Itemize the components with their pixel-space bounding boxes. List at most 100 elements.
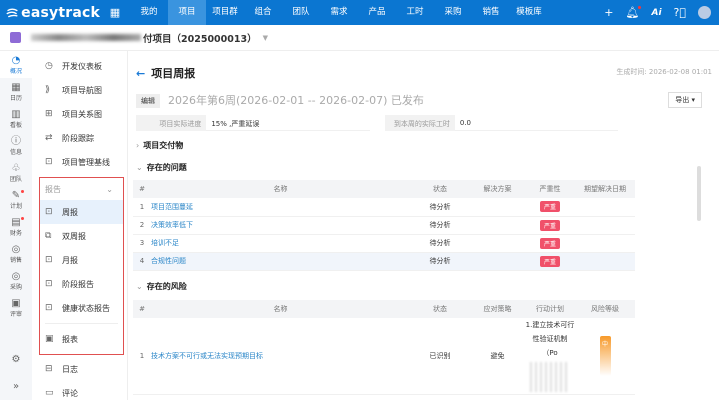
nav-item-10[interactable]: 模板库 (510, 0, 548, 25)
rail-item-2[interactable]: ▥ 看板 (0, 105, 32, 132)
risk-link[interactable]: 技术方案不可行或无法实现预期目标 (151, 318, 410, 395)
add-icon[interactable]: + (604, 6, 613, 19)
item-icon: ⊡ (45, 279, 53, 289)
brand-logo[interactable]: easytrack (0, 5, 100, 21)
nav-item-4[interactable]: 团队 (282, 0, 320, 25)
nav-item-3[interactable]: 组合 (244, 0, 282, 25)
avatar[interactable] (698, 6, 711, 19)
progress-value: 15% ,严重延误 (206, 115, 370, 131)
section-issues[interactable]: ⌄ 存在的问题 (136, 162, 187, 173)
sidebar-item-top-3[interactable]: ⇄ 阶段跟踪 (32, 126, 127, 150)
notification-dot (21, 217, 24, 220)
section-risks[interactable]: ⌄ 存在的风险 (136, 281, 187, 292)
sidebar-item-report-table[interactable]: ▣ 报表 (40, 327, 123, 351)
issue-link[interactable]: 合规性问题 (151, 252, 410, 271)
column-header: 风险等级 (575, 300, 635, 318)
item-icon: ⧉ (45, 231, 52, 241)
rail-label: 看板 (9, 121, 22, 129)
rail-icon: ♧ (11, 162, 21, 174)
column-header: # (133, 180, 151, 198)
issue-link[interactable]: 培训不足 (151, 234, 410, 253)
status: 待分析 (410, 198, 470, 217)
nav-item-7[interactable]: 工时 (396, 0, 434, 25)
rail-label: 财务 (9, 229, 22, 237)
report-group-header[interactable]: 报告 ⌄ (40, 178, 123, 200)
issue-link[interactable]: 决策效率低下 (151, 216, 410, 235)
section-deliverables[interactable]: › 项目交付物 (136, 140, 183, 151)
rail-icon: ⓘ (11, 135, 21, 147)
column-header: 严重性 (525, 180, 575, 198)
chevron-down-icon: ▼ (262, 33, 268, 42)
sidebar-item-reports-0[interactable]: ⊡ 周报 (40, 200, 123, 224)
help-icon[interactable]: ?⃝ (674, 6, 686, 19)
rail-item-6[interactable]: ▤ 财务 (0, 213, 32, 240)
rail-bottom: ⚙» (0, 346, 32, 400)
item-label: 评论 (62, 388, 78, 398)
action-plan: 1.建立技术可行 性验证机制（Po (525, 318, 575, 395)
item-icon: ⊡ (45, 255, 53, 265)
item-label: 开发仪表板 (62, 61, 102, 71)
status: 已识别 (410, 318, 470, 395)
rail-item-5[interactable]: ✎ 计划 (0, 186, 32, 213)
expected-date (575, 198, 635, 217)
rail-label: 概况 (9, 67, 22, 75)
item-icon: ⟫ (45, 85, 51, 95)
nav-item-8[interactable]: 采购 (434, 0, 472, 25)
chevron-down-icon: ⌄ (106, 184, 113, 194)
rail-item-7[interactable]: ◎ 销售 (0, 240, 32, 267)
project-selector[interactable]: 付项目（2025000013） ▼ (0, 25, 719, 51)
expand-icon[interactable]: » (0, 373, 32, 400)
rail-label: 销售 (9, 256, 22, 264)
nav-item-5[interactable]: 需求 (320, 0, 358, 25)
sidebar-item-reports-3[interactable]: ⊡ 阶段报告 (40, 272, 123, 296)
left-rail: ◔ 概况 ▦ 日历 ▥ 看板 ⓘ 信息 ♧ 团队 ✎ 计划 ▤ 财务 ◎ 销售 ◎ 采购 ▣ 评审 ⚙» (0, 51, 32, 400)
table-row: 4 合规性问题 待分析 严重 (133, 252, 635, 271)
edit-button[interactable]: 编辑 (136, 94, 160, 108)
rail-item-3[interactable]: ⓘ 信息 (0, 132, 32, 159)
rail-item-9[interactable]: ▣ 评审 (0, 294, 32, 321)
sidebar-item-reports-1[interactable]: ⧉ 双周报 (40, 224, 123, 248)
severity: 严重 (525, 234, 575, 253)
sidebar-item-top-1[interactable]: ⟫ 项目导航图 (32, 78, 127, 102)
rail-item-0[interactable]: ◔ 概况 (0, 51, 32, 78)
sidebar-item-reports-2[interactable]: ⊡ 月报 (40, 248, 123, 272)
sidebar-item-reports-4[interactable]: ⊡ 健康状态报告 (40, 296, 123, 320)
scrollbar[interactable] (697, 166, 701, 221)
column-header: 状态 (410, 300, 470, 318)
rail-item-8[interactable]: ◎ 采购 (0, 267, 32, 294)
nav-item-2[interactable]: 项目群 (206, 0, 244, 25)
ai-button[interactable]: Ai (651, 8, 661, 18)
hours-value: 0.0 (454, 115, 618, 131)
issue-link[interactable]: 项目范围蔓延 (151, 198, 410, 217)
export-dropdown[interactable]: 导出 ▾ (668, 92, 702, 108)
hours-label: 到本周的实际工时 (384, 115, 455, 131)
notification-dot (21, 190, 24, 193)
title-text: 项目周报 (151, 67, 196, 80)
nav-item-0[interactable]: 我的 (130, 0, 168, 25)
strategy: 避免 (470, 318, 525, 395)
sidebar-item-bottom-1[interactable]: ▭ 评论 (32, 381, 127, 405)
item-icon: ⊟ (45, 364, 53, 374)
nav-item-6[interactable]: 产品 (358, 0, 396, 25)
back-arrow-icon[interactable]: ← (136, 67, 145, 80)
solution (470, 252, 525, 271)
rail-item-4[interactable]: ♧ 团队 (0, 159, 32, 186)
settings-icon[interactable]: ⚙ (0, 346, 32, 373)
item-icon: ⇄ (45, 133, 53, 143)
plan-line: 性验证机制（Po (532, 335, 568, 357)
item-icon: ⊡ (45, 207, 53, 217)
nav-item-9[interactable]: 销售 (472, 0, 510, 25)
sidebar-item-top-4[interactable]: ⊡ 项目管理基线 (32, 150, 127, 174)
table-row: 1 项目范围蔓延 待分析 严重 (133, 198, 635, 217)
severity-badge: 严重 (539, 255, 560, 267)
chevron-right-icon: › (136, 141, 140, 150)
blurred-text (530, 362, 570, 392)
sidebar-item-top-0[interactable]: ◷ 开发仪表板 (32, 54, 127, 78)
bell-icon[interactable]: 🔔︎ (626, 6, 642, 19)
rail-item-1[interactable]: ▦ 日历 (0, 78, 32, 105)
sidebar-item-bottom-0[interactable]: ⊟ 日志 (32, 357, 127, 381)
report-icon: ▣ (45, 334, 54, 344)
apps-grid-icon[interactable]: ▦ (100, 6, 130, 19)
sidebar-item-top-2[interactable]: ⊞ 项目关系图 (32, 102, 127, 126)
nav-item-1[interactable]: 项目 (168, 0, 206, 25)
